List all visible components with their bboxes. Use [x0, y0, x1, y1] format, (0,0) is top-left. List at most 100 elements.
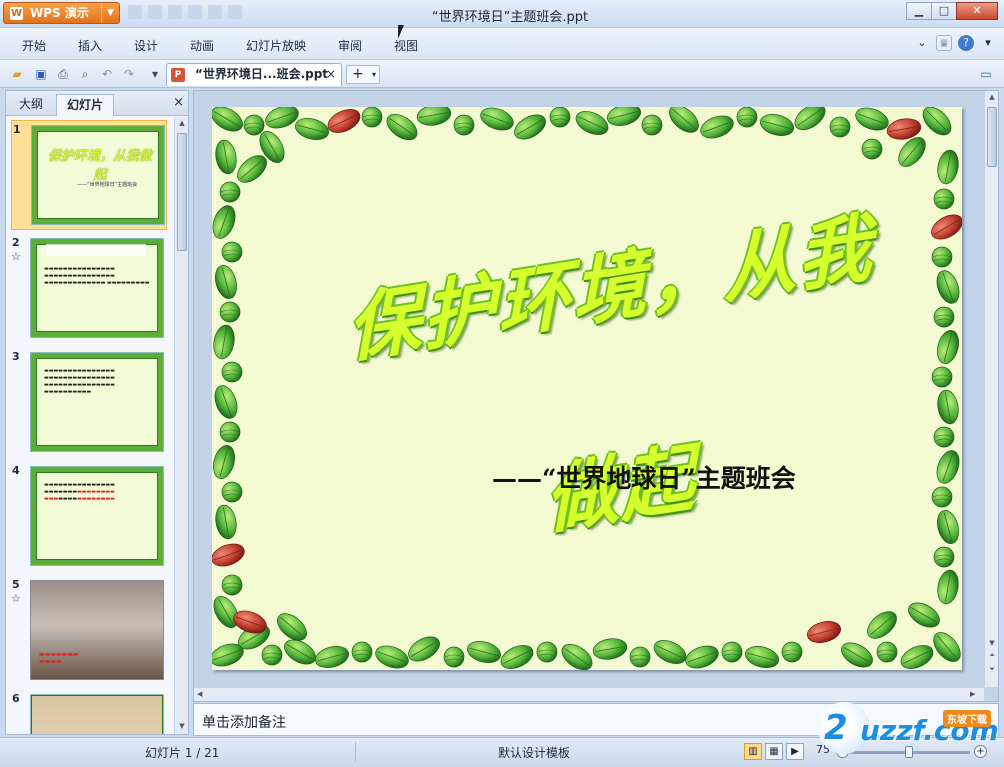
- skin-icon[interactable]: ♕: [936, 35, 952, 51]
- thumbnail-scrollbar[interactable]: ▲ ▼: [174, 117, 188, 734]
- thumbnail-preview: ▬▬▬▬▬▬▬▬▬▬▬▬▬▬▬ ▬▬▬▬▬▬▬▬▬▬▬▬▬▬▬ ▬▬▬▬▬▬▬▬…: [31, 239, 163, 337]
- slide-thumbnail-list: 1 保护环境，从我做起 ——“世界地球日”主题班会 2 ☆ ▬▬▬▬▬▬▬▬▬▬…: [6, 117, 174, 734]
- menu-home[interactable]: 开始: [22, 37, 46, 54]
- close-panel-icon[interactable]: ×: [173, 95, 184, 110]
- save-icon[interactable]: ▣: [33, 66, 49, 82]
- minimize-button[interactable]: ▁: [906, 2, 932, 20]
- slide-number: 1: [13, 123, 21, 136]
- new-tab-button[interactable]: + ▾: [346, 65, 380, 84]
- chevron-down-icon[interactable]: ▾: [372, 66, 376, 83]
- notes-placeholder[interactable]: 单击添加备注: [202, 712, 286, 732]
- plus-icon: +: [352, 66, 364, 82]
- slide-subtitle[interactable]: ——“世界地球日”主题班会: [492, 459, 796, 495]
- close-tab-icon[interactable]: ×: [326, 64, 336, 85]
- view-switcher: ▥ ▦ ▶: [744, 743, 804, 760]
- quick-access-icon[interactable]: [208, 5, 222, 19]
- document-tab-label: “世界环境日...班会.ppt: [195, 67, 329, 81]
- document-tab[interactable]: P “世界环境日...班会.ppt ×: [166, 63, 342, 86]
- scroll-up-icon[interactable]: ▲: [177, 119, 187, 129]
- menu-slideshow[interactable]: 幻灯片放映: [246, 37, 306, 54]
- leaf-border-bottom: [212, 606, 962, 670]
- quick-access-icon[interactable]: [228, 5, 242, 19]
- scroll-up-icon[interactable]: ▲: [987, 93, 997, 101]
- menu-animation[interactable]: 动画: [190, 37, 214, 54]
- chevron-down-icon[interactable]: ▾: [147, 66, 163, 82]
- restore-layout-icon[interactable]: ▭: [978, 66, 994, 82]
- thumbnail-title: 保护环境，从我做起: [47, 149, 152, 183]
- previous-slide-icon[interactable]: ⏶: [987, 651, 997, 660]
- slide-number: 6: [12, 692, 20, 705]
- scrollbar-thumb[interactable]: [987, 107, 997, 167]
- toolbar: ▰ ▣ ⎙ ⌕ ↶ ↷ ▾ P “世界环境日...班会.ppt × + ▾ ▭: [0, 60, 1004, 88]
- slide-thumbnail[interactable]: 6: [11, 690, 167, 734]
- slide-counter: 幻灯片 1 / 21: [145, 746, 220, 760]
- slide-canvas[interactable]: 保护环境，从我做起 ——“世界地球日”主题班会: [212, 107, 962, 670]
- quick-access-icon[interactable]: [128, 5, 142, 19]
- help-icon[interactable]: ?: [958, 35, 974, 51]
- redo-icon[interactable]: ↷: [121, 66, 137, 82]
- scrollbar-thumb[interactable]: [177, 133, 187, 251]
- quick-access-icon[interactable]: [168, 5, 182, 19]
- slideshow-view-icon[interactable]: ▶: [786, 743, 804, 760]
- chevron-down-icon[interactable]: ▼: [101, 3, 119, 23]
- thumbnail-preview: [31, 695, 163, 734]
- scroll-right-icon[interactable]: ▶: [970, 690, 975, 698]
- thumbnail-preview: 保护环境，从我做起 ——“世界地球日”主题班会: [32, 126, 164, 224]
- quick-access-icon[interactable]: [148, 5, 162, 19]
- mouse-cursor-icon: [398, 25, 410, 39]
- thumbnail-text-lines: ▬▬▬▬▬▬▬▬▬▬▬▬▬▬▬ ▬▬▬▬▬▬▬▬▬▬▬▬▬▬▬ ▬▬▬▬▬▬▬▬…: [44, 266, 150, 286]
- tab-outline[interactable]: 大纲: [9, 94, 53, 116]
- slide-number: 3: [12, 350, 20, 363]
- undo-icon[interactable]: ↶: [99, 66, 115, 82]
- leaf-border-left: [212, 138, 275, 655]
- quick-access-toolbar: [128, 5, 242, 19]
- slide-sorter-view-icon[interactable]: ▦: [765, 743, 783, 760]
- thumbnail-preview: ▬▬▬▬▬▬▬▬▬▬▬▬▬▬▬ ▬▬▬▬▬▬▬▬▬▬▬▬▬▬▬ ▬▬▬▬▬▬▬▬…: [31, 353, 163, 451]
- thumbnail-subtitle: ——“世界地球日”主题班会: [77, 182, 138, 188]
- scroll-left-icon[interactable]: ◀: [197, 690, 202, 698]
- thumbnail-preview: ▬▬▬▬▬▬▬▬▬▬▬▬▬▬▬ ▬▬▬▬▬▬▬▬▬▬▬▬▬▬▬ ▬▬▬▬▬▬▬▬…: [31, 467, 163, 565]
- menu-insert[interactable]: 插入: [78, 37, 102, 54]
- thumbnail-preview: ▬▬▬▬▬▬▬ ▬▬▬▬: [31, 581, 163, 679]
- print-icon[interactable]: ⎙: [55, 66, 71, 82]
- watermark-tag: 东坡下载: [943, 710, 991, 727]
- slide-vertical-scrollbar[interactable]: ▲ ▼ ⏶ ⏷: [984, 91, 998, 687]
- panel-tabs: 大纲 幻灯片 ×: [6, 91, 188, 116]
- ppt-file-icon: P: [171, 68, 185, 82]
- window-title: “世界环境日”主题班会.ppt: [431, 10, 589, 25]
- slide-thumbnail[interactable]: 3 ▬▬▬▬▬▬▬▬▬▬▬▬▬▬▬ ▬▬▬▬▬▬▬▬▬▬▬▬▬▬▬ ▬▬▬▬▬▬…: [11, 348, 167, 458]
- animation-star-icon: ☆: [11, 250, 21, 263]
- slide-number: 4: [12, 464, 20, 477]
- maximize-button[interactable]: □: [931, 2, 957, 20]
- slide-number: 2: [12, 236, 20, 249]
- leaf-border-right: [903, 148, 962, 633]
- wps-logo-icon: W: [10, 7, 23, 20]
- slide-thumbnail[interactable]: 1 保护环境，从我做起 ——“世界地球日”主题班会: [11, 120, 167, 230]
- slide-thumbnail[interactable]: 2 ☆ ▬▬▬▬▬▬▬▬▬▬▬▬▬▬▬ ▬▬▬▬▬▬▬▬▬▬▬▬▬▬▬ ▬▬▬▬…: [11, 234, 167, 344]
- animation-star-icon: ☆: [11, 592, 21, 605]
- next-slide-icon[interactable]: ⏷: [987, 665, 997, 674]
- menu-review[interactable]: 审阅: [338, 37, 362, 54]
- quick-access-icon[interactable]: [188, 5, 202, 19]
- tab-slides[interactable]: 幻灯片: [56, 94, 115, 116]
- menu-view[interactable]: 视图: [394, 37, 418, 54]
- slides-panel: 大纲 幻灯片 × 1 保护环境，从我做起 ——“世界地球日”主题班会 2 ☆ ▬…: [5, 90, 189, 735]
- app-button-label: WPS 演示: [30, 6, 89, 20]
- window-controls: ▁ □ ✕: [906, 2, 998, 20]
- normal-view-icon[interactable]: ▥: [744, 743, 762, 760]
- chevron-down-icon[interactable]: ▾: [980, 35, 996, 51]
- thumbnail-text-lines: ▬▬▬▬▬▬▬▬▬▬▬▬▬▬▬ ▬▬▬▬▬▬▬▬▬▬▬▬▬▬▬ ▬▬▬▬▬▬▬▬…: [44, 482, 115, 502]
- scroll-down-icon[interactable]: ▼: [177, 722, 187, 732]
- close-window-button[interactable]: ✕: [956, 2, 998, 20]
- site-watermark: 2 uzzf.com 东坡下载: [818, 698, 1004, 756]
- scroll-down-icon[interactable]: ▼: [987, 639, 997, 647]
- slide-thumbnail[interactable]: 5 ☆ ▬▬▬▬▬▬▬ ▬▬▬▬: [11, 576, 167, 686]
- wps-app-menu-button[interactable]: W WPS 演示 ▼: [3, 2, 120, 24]
- menu-design[interactable]: 设计: [134, 37, 158, 54]
- print-preview-icon[interactable]: ⌕: [77, 66, 93, 82]
- slide-thumbnail[interactable]: 4 ▬▬▬▬▬▬▬▬▬▬▬▬▬▬▬ ▬▬▬▬▬▬▬▬▬▬▬▬▬▬▬ ▬▬▬▬▬▬…: [11, 462, 167, 572]
- status-divider: [355, 742, 356, 762]
- open-icon[interactable]: ▰: [9, 66, 25, 82]
- chevron-down-icon[interactable]: ⌄: [914, 35, 930, 51]
- title-bar: W WPS 演示 ▼ “世界环境日”主题班会.ppt ▁ □ ✕: [0, 0, 1004, 28]
